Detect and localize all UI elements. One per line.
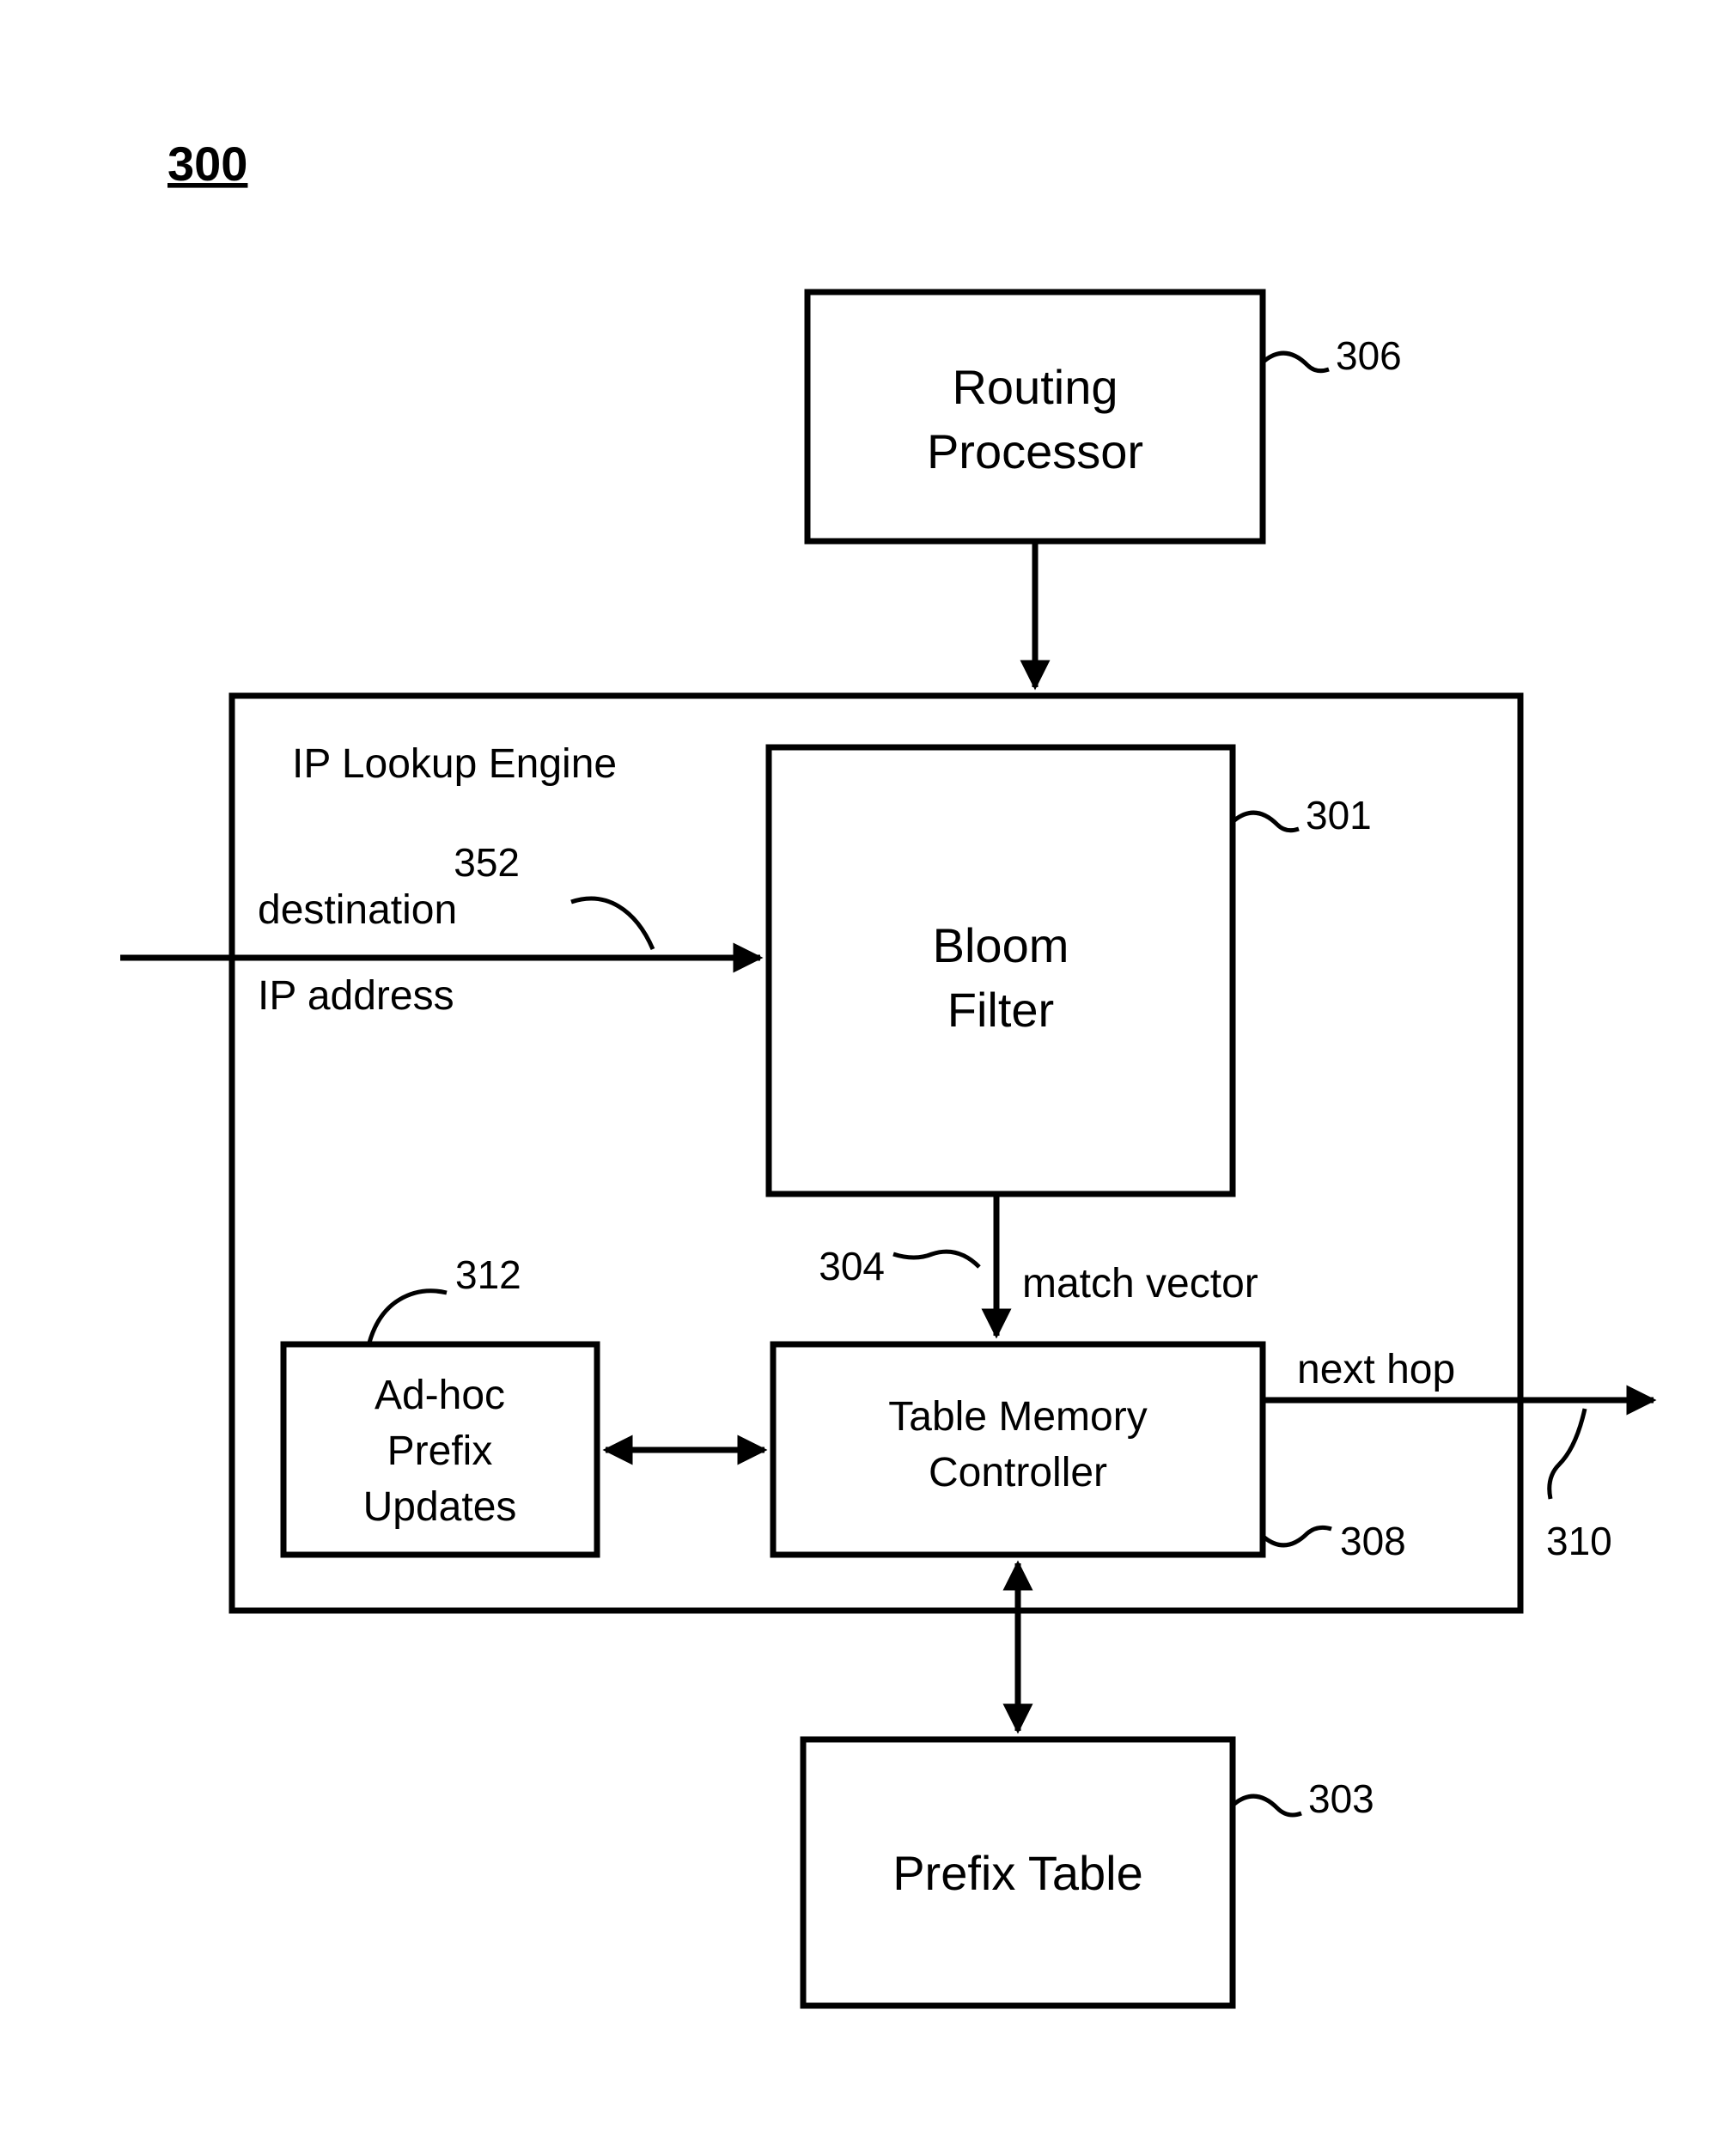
adhoc-label-1: Ad-hoc — [375, 1373, 505, 1418]
table-memory-controller-block: Table Memory Controller — [773, 1344, 1263, 1555]
bloom-filter-label-2: Filter — [947, 983, 1054, 1037]
routing-processor-ref: 306 — [1336, 333, 1402, 378]
dest-ip-ref: 352 — [454, 840, 520, 885]
prefix-table-ref: 303 — [1308, 1776, 1374, 1821]
tmc-label-2: Controller — [929, 1450, 1107, 1495]
tmc-label-1: Table Memory — [888, 1394, 1147, 1440]
dest-ip-label-2: IP address — [258, 973, 454, 1019]
routing-processor-block: Routing Processor — [807, 292, 1263, 541]
match-vector-ref: 304 — [819, 1244, 885, 1288]
ip-lookup-engine-title: IP Lookup Engine — [292, 741, 617, 787]
prefix-table-block: Prefix Table — [803, 1739, 1233, 2006]
routing-processor-label-1: Routing — [952, 360, 1118, 414]
adhoc-label-3: Updates — [363, 1484, 517, 1530]
next-hop-ref: 310 — [1546, 1519, 1612, 1563]
bloom-filter-block: Bloom Filter — [769, 747, 1233, 1194]
tmc-ref: 308 — [1340, 1519, 1406, 1563]
routing-processor-label-2: Processor — [927, 424, 1143, 478]
match-vector-label: match vector — [1022, 1261, 1258, 1306]
adhoc-label-2: Prefix — [387, 1428, 493, 1474]
next-hop-label: next hop — [1297, 1347, 1455, 1392]
adhoc-ref: 312 — [455, 1252, 521, 1297]
adhoc-updates-block: Ad-hoc Prefix Updates — [283, 1344, 597, 1555]
dest-ip-label-1: destination — [258, 887, 457, 933]
figure-number: 300 — [168, 137, 247, 191]
prefix-table-label: Prefix Table — [892, 1846, 1143, 1900]
bloom-filter-ref: 301 — [1306, 793, 1372, 837]
bloom-filter-label-1: Bloom — [933, 918, 1069, 972]
